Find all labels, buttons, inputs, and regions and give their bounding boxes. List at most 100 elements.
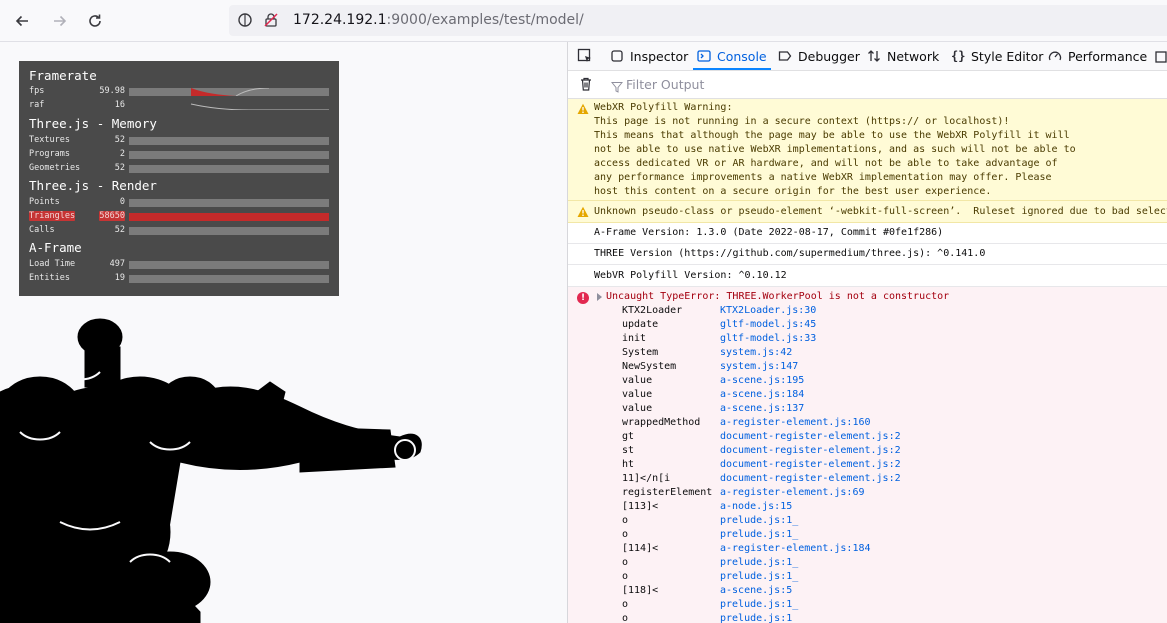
frame-function: st xyxy=(622,445,635,456)
tab-label: Console xyxy=(717,48,767,64)
url-bar[interactable]: 172.24.192.1:9000/examples/test/model/ xyxy=(229,5,1167,36)
stats-section-title: Three.js - Render xyxy=(29,178,157,193)
warning-icon xyxy=(577,103,589,115)
frame-location[interactable]: prelude.js:1_ xyxy=(720,556,798,570)
stat-bar xyxy=(129,213,329,221)
frame-location[interactable]: a-node.js:15 xyxy=(720,500,792,514)
filter-icon xyxy=(610,78,624,97)
style-editor-icon: {} xyxy=(951,49,966,63)
warning-text-line: This means that although the page may be… xyxy=(594,130,1070,141)
stats-row-points: Points 0 xyxy=(29,197,329,209)
tab-style-editor[interactable]: {} Style Editor xyxy=(951,42,1043,70)
frame-location[interactable]: prelude.js:1_ xyxy=(720,528,798,542)
url-text[interactable]: 172.24.192.1:9000/examples/test/model/ xyxy=(293,12,584,28)
debugger-icon xyxy=(778,49,792,63)
warning-text-line: any performance improvements a native We… xyxy=(594,172,1052,183)
stat-value: 52 xyxy=(114,163,125,173)
frame-location[interactable]: system.js:42 xyxy=(720,346,792,360)
frame-function: System xyxy=(622,347,659,358)
frame-function: value xyxy=(622,375,653,386)
tab-label: Performance xyxy=(1068,48,1148,64)
stat-label: Points xyxy=(29,197,60,207)
raf-graph xyxy=(129,102,329,110)
frame-function: o xyxy=(622,529,629,540)
frame-function: update xyxy=(622,319,659,330)
frame-location[interactable]: document-register-element.js:2 xyxy=(720,430,901,444)
stats-section-title: Framerate xyxy=(29,68,97,83)
frame-location[interactable]: prelude.js:1_ xyxy=(720,612,798,623)
reload-icon[interactable] xyxy=(82,8,108,34)
frame-location[interactable]: prelude.js:1_ xyxy=(720,598,798,612)
frame-location[interactable]: system.js:147 xyxy=(720,360,798,374)
log-text: A-Frame Version: 1.3.0 (Date 2022-08-17,… xyxy=(594,227,944,238)
expand-arrow-icon[interactable] xyxy=(596,292,604,305)
3d-model-silhouette[interactable] xyxy=(0,312,440,623)
tab-console[interactable]: Console xyxy=(693,42,771,70)
stat-label: Load Time xyxy=(29,259,76,269)
tab-inspector[interactable]: Inspector xyxy=(610,42,688,70)
stats-section-title: A-Frame xyxy=(29,240,82,255)
trash-icon[interactable] xyxy=(578,76,594,96)
insecure-lock-icon[interactable] xyxy=(263,12,279,32)
forward-arrow-icon[interactable] xyxy=(47,8,73,34)
frame-location[interactable]: a-scene.js:5 xyxy=(720,584,792,598)
frame-location[interactable]: gltf-model.js:45 xyxy=(720,318,816,332)
frame-location[interactable]: a-register-element.js:160 xyxy=(720,416,871,430)
tab-debugger[interactable]: Debugger xyxy=(778,42,860,70)
frame-location[interactable]: a-register-element.js:69 xyxy=(720,486,865,500)
frame-location[interactable]: a-register-element.js:184 xyxy=(720,542,871,556)
warning-text-line: This page is not running in a secure con… xyxy=(594,116,1010,127)
console-warning: Unknown pseudo-class or pseudo-element ‘… xyxy=(568,201,1167,223)
stat-bar xyxy=(129,137,329,145)
frame-location[interactable]: document-register-element.js:2 xyxy=(720,444,901,458)
frame-function: [114]< xyxy=(622,543,659,554)
frame-function: o xyxy=(622,557,629,568)
stat-value: 52 xyxy=(114,135,125,145)
frame-location[interactable]: KTX2Loader.js:30 xyxy=(720,304,816,318)
frame-location[interactable]: gltf-model.js:33 xyxy=(720,332,816,346)
tracking-shield-icon[interactable] xyxy=(237,12,253,32)
network-icon xyxy=(867,49,881,63)
page-viewport: Framerate fps 59.98 raf 16 Three.js - Me… xyxy=(0,42,567,623)
frame-location[interactable]: a-scene.js:195 xyxy=(720,374,804,388)
frame-function: registerElement xyxy=(622,487,713,498)
tab-network[interactable]: Network xyxy=(867,42,939,70)
frame-location[interactable]: a-scene.js:137 xyxy=(720,402,804,416)
frame-function: 11]</n[i xyxy=(622,473,671,484)
frame-location[interactable]: document-register-element.js:2 xyxy=(720,458,901,472)
tab-performance[interactable]: Performance xyxy=(1048,42,1147,70)
stat-bar xyxy=(129,199,329,207)
back-arrow-icon[interactable] xyxy=(9,8,35,34)
stat-bar xyxy=(129,151,329,159)
stat-label: Entities xyxy=(29,273,70,283)
console-log: A-Frame Version: 1.3.0 (Date 2022-08-17,… xyxy=(568,223,1167,244)
stat-value: 52 xyxy=(114,225,125,235)
frame-function: wrappedMethod xyxy=(622,417,701,428)
memory-icon[interactable] xyxy=(1154,49,1167,68)
fps-graph xyxy=(129,88,329,96)
stats-row-triangles: Triangles 58650 xyxy=(29,211,329,223)
stats-section-title: Three.js - Memory xyxy=(29,116,157,131)
frame-function: o xyxy=(622,599,629,610)
frame-location[interactable]: prelude.js:1_ xyxy=(720,514,798,528)
console-icon xyxy=(697,49,711,63)
frame-function: [118]< xyxy=(622,585,659,596)
stat-value: 58650 xyxy=(99,211,125,221)
frame-function: ht xyxy=(622,459,635,470)
frame-location[interactable]: prelude.js:1_ xyxy=(720,570,798,584)
pick-element-icon[interactable] xyxy=(577,48,593,68)
filter-input[interactable]: Filter Output xyxy=(626,77,704,92)
url-host: 172.24.192.1 xyxy=(293,12,387,28)
frame-function: [113]< xyxy=(622,501,659,512)
stats-row-raf: raf 16 xyxy=(29,100,329,112)
tab-label: Debugger xyxy=(798,48,860,64)
performance-icon xyxy=(1048,49,1062,63)
log-text: WebVR Polyfill Version: ^0.10.12 xyxy=(594,270,787,281)
warning-text-line: host this content on a secure origin for… xyxy=(594,186,992,197)
frame-location[interactable]: a-scene.js:184 xyxy=(720,388,804,402)
stats-row-fps: fps 59.98 xyxy=(29,86,329,98)
stat-label: Programs xyxy=(29,149,70,159)
stat-value: 19 xyxy=(114,273,125,283)
console-error[interactable]: ! Uncaught TypeError: THREE.WorkerPool i… xyxy=(568,287,1167,623)
frame-location[interactable]: document-register-element.js:2 xyxy=(720,472,901,486)
